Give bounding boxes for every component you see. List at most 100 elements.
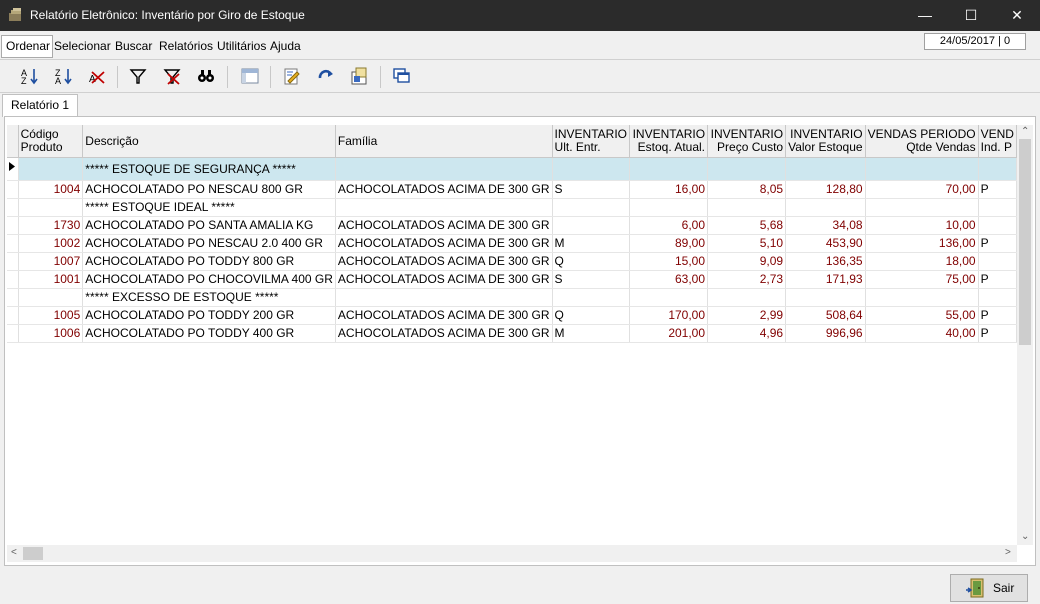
- cell-ult-entr: [552, 157, 630, 181]
- table-row[interactable]: 1007 ACHOCOLATADO PO TODDY 800 GR ACHOCOLA…: [7, 252, 1017, 271]
- filter-icon[interactable]: [128, 67, 148, 85]
- table-row[interactable]: 1004 ACHOCOLATADO PO NESCAU 800 GR ACHOCOL…: [7, 180, 1017, 199]
- cell-ind-p: [978, 216, 1017, 235]
- col-descricao[interactable]: Descrição: [82, 125, 336, 158]
- table-row[interactable]: 1001 ACHOCOLATADO PO CHOCOVILMA 400 GR ACH…: [7, 270, 1017, 289]
- cell-familia: [335, 157, 553, 181]
- col-familia[interactable]: Família: [335, 125, 553, 158]
- cell-valor-estoque: 34,08: [785, 216, 866, 235]
- windows-icon[interactable]: [392, 67, 412, 85]
- table-row[interactable]: ***** ESTOQUE DE SEGURANÇA *****: [7, 157, 1017, 181]
- scroll-right-icon[interactable]: >: [1005, 547, 1011, 558]
- cell-codigo: 1004: [18, 180, 84, 199]
- col-preco-custo[interactable]: INVENTARIO Preço Custo: [707, 125, 787, 158]
- door-icon: [966, 578, 984, 598]
- menu-utilitarios[interactable]: Utilitários: [217, 39, 266, 53]
- cell-qtde-vendas: 136,00: [865, 234, 979, 253]
- cell-estoq-atual: 89,00: [629, 234, 709, 253]
- find-icon[interactable]: [196, 67, 216, 85]
- clear-sort-icon[interactable]: A: [88, 67, 108, 85]
- cell-qtde-vendas: [865, 157, 979, 181]
- cell-familia: ACHOCOLATADOS ACIMA DE 300 GR: [335, 180, 553, 199]
- cell-valor-estoque: 453,90: [785, 234, 866, 253]
- cell-qtde-vendas: 55,00: [865, 306, 979, 325]
- cell-ind-p: [978, 198, 1017, 217]
- export-icon[interactable]: [350, 67, 370, 85]
- row-indicator: [7, 157, 19, 181]
- footer: Sair: [0, 566, 1040, 604]
- menu-ajuda[interactable]: Ajuda: [270, 39, 301, 53]
- cell-codigo: 1006: [18, 324, 84, 343]
- cell-ult-entr: Q: [552, 306, 630, 325]
- cell-descricao: ACHOCOLATADO PO NESCAU 800 GR: [82, 180, 336, 199]
- cell-descricao: ***** ESTOQUE IDEAL *****: [82, 198, 336, 217]
- cell-ult-entr: [552, 216, 630, 235]
- horizontal-scroll-thumb[interactable]: [23, 547, 43, 560]
- horizontal-scrollbar[interactable]: < >: [7, 545, 1017, 562]
- cell-descricao: ACHOCOLATADO PO TODDY 400 GR: [82, 324, 336, 343]
- cell-ind-p: P: [978, 324, 1017, 343]
- cell-preco-custo: [707, 288, 787, 307]
- clear-filter-icon[interactable]: [162, 67, 182, 85]
- cell-qtde-vendas: 70,00: [865, 180, 979, 199]
- cell-ind-p: P: [978, 306, 1017, 325]
- vertical-scrollbar[interactable]: ⌃ ⌄: [1017, 125, 1033, 545]
- table-row[interactable]: 1730 ACHOCOLATADO PO SANTA AMALIA KG ACHOC…: [7, 216, 1017, 235]
- cell-descricao: ACHOCOLATADO PO SANTA AMALIA KG: [82, 216, 336, 235]
- cell-qtde-vendas: [865, 198, 979, 217]
- col-qtde-vendas[interactable]: VENDAS PERIODO Qtde Vendas: [865, 125, 979, 158]
- scroll-down-icon[interactable]: ⌄: [1021, 531, 1029, 542]
- table-row[interactable]: 1005 ACHOCOLATADO PO TODDY 200 GR ACHOCOLA…: [7, 306, 1017, 325]
- col-estoq-atual[interactable]: INVENTARIO Estoq. Atual.: [629, 125, 709, 158]
- row-indicator: [7, 288, 19, 307]
- tab-relatorio-1[interactable]: Relatório 1: [2, 94, 79, 117]
- toolbar: AZ ZA A: [0, 60, 1040, 93]
- cell-estoq-atual: 16,00: [629, 180, 709, 199]
- sort-asc-icon[interactable]: AZ: [20, 67, 40, 86]
- cell-valor-estoque: [785, 198, 866, 217]
- minimize-button[interactable]: —: [902, 0, 948, 31]
- table-row[interactable]: 1006 ACHOCOLATADO PO TODDY 400 GR ACHOCOLA…: [7, 324, 1017, 343]
- indicator-header: [7, 125, 19, 158]
- exit-button[interactable]: Sair: [950, 574, 1028, 602]
- table-row[interactable]: ***** EXCESSO DE ESTOQUE *****: [7, 288, 1017, 307]
- cell-preco-custo: 8,05: [707, 180, 787, 199]
- scroll-up-icon[interactable]: ⌃: [1021, 126, 1029, 137]
- cell-descricao: ***** ESTOQUE DE SEGURANÇA *****: [82, 157, 336, 181]
- menu-relatorios[interactable]: Relatórios: [159, 39, 213, 53]
- table-row[interactable]: 1002 ACHOCOLATADO PO NESCAU 2.0 400 GR ACH…: [7, 234, 1017, 253]
- refresh-icon[interactable]: [316, 67, 336, 85]
- cell-preco-custo: 2,73: [707, 270, 787, 289]
- title-bar: Relatório Eletrônico: Inventário por Gir…: [0, 0, 1040, 31]
- sort-desc-icon[interactable]: ZA: [54, 67, 74, 86]
- cell-ind-p: [978, 157, 1017, 181]
- col-codigo[interactable]: Código Produto: [18, 125, 84, 158]
- table-row[interactable]: ***** ESTOQUE IDEAL *****: [7, 198, 1017, 217]
- menu-buscar[interactable]: Buscar: [115, 39, 152, 53]
- col-valor-estoque[interactable]: INVENTARIO Valor Estoque: [785, 125, 866, 158]
- data-grid[interactable]: Código Produto Descrição Família INVENTAR…: [7, 125, 1017, 545]
- date-display: 24/05/2017 | 0: [924, 33, 1026, 50]
- vertical-scroll-thumb[interactable]: [1019, 139, 1031, 345]
- cell-preco-custo: [707, 157, 787, 181]
- cell-codigo: 1730: [18, 216, 84, 235]
- cell-ult-entr: Q: [552, 252, 630, 271]
- row-indicator: [7, 306, 19, 325]
- cell-qtde-vendas: 18,00: [865, 252, 979, 271]
- close-button[interactable]: ✕: [994, 0, 1040, 31]
- layout-icon[interactable]: [240, 67, 260, 85]
- cell-codigo: [18, 157, 84, 181]
- edit-icon[interactable]: [282, 67, 302, 85]
- cell-estoq-atual: 6,00: [629, 216, 709, 235]
- cell-estoq-atual: 201,00: [629, 324, 709, 343]
- svg-text:Z: Z: [21, 76, 27, 85]
- menu-selecionar[interactable]: Selecionar: [54, 39, 111, 53]
- scroll-left-icon[interactable]: <: [11, 547, 17, 558]
- maximize-button[interactable]: ☐: [948, 0, 994, 31]
- cell-familia: ACHOCOLATADOS ACIMA DE 300 GR: [335, 234, 553, 253]
- cell-ult-entr: M: [552, 324, 630, 343]
- cell-estoq-atual: [629, 288, 709, 307]
- col-ind-p[interactable]: VEND Ind. P: [978, 125, 1017, 158]
- col-ult-entr[interactable]: INVENTARIO Ult. Entr.: [552, 125, 630, 158]
- menu-ordenar[interactable]: Ordenar: [1, 35, 54, 58]
